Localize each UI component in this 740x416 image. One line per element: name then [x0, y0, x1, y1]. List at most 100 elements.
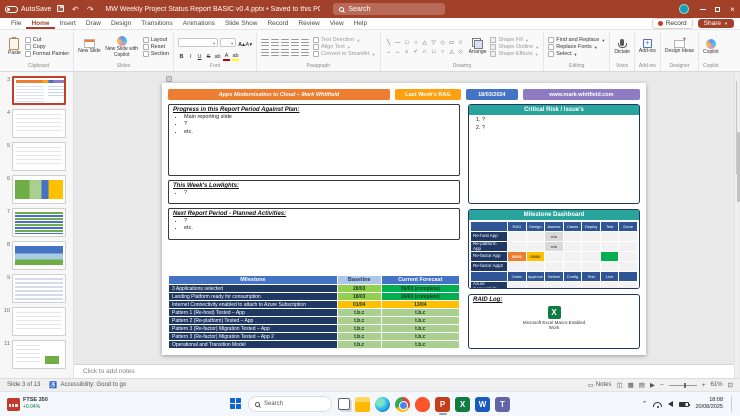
minimize-button[interactable]: [695, 0, 710, 18]
paragraph-side-button[interactable]: Align Text▼: [313, 44, 376, 50]
dashboard-cell[interactable]: [527, 232, 545, 241]
forecast-cell[interactable]: t.b.c: [381, 317, 459, 325]
baseline-cell[interactable]: t.b.c: [337, 325, 381, 333]
battery-icon[interactable]: [679, 402, 689, 407]
decrease-font-button[interactable]: A▾: [245, 41, 252, 49]
justify-icon[interactable]: [291, 49, 299, 56]
milestone-name-cell[interactable]: 3 Applications selected: [169, 285, 338, 293]
slide-thumbnail[interactable]: 10: [0, 307, 69, 336]
baseline-cell[interactable]: 18/03: [337, 293, 381, 301]
ribbon-tab[interactable]: Draw: [81, 18, 106, 29]
dashboard-cell[interactable]: [508, 262, 526, 271]
start-button[interactable]: [230, 393, 242, 415]
shape-icon[interactable]: ⌂: [403, 48, 411, 56]
ribbon-tab[interactable]: Design: [106, 18, 136, 29]
decrease-indent-icon[interactable]: [281, 39, 289, 46]
forecast-cell[interactable]: t.b.c: [381, 341, 459, 349]
save-icon[interactable]: [54, 5, 66, 14]
dashboard-cell[interactable]: [527, 282, 545, 289]
forecast-cell[interactable]: t.b.c: [381, 309, 459, 317]
dashboard-cell[interactable]: [564, 252, 582, 261]
dashboard-cell[interactable]: n/a: [545, 232, 563, 241]
paragraph-side-button[interactable]: Convert to SmartArt▼: [313, 51, 376, 57]
shape-icon[interactable]: ☆: [457, 39, 465, 47]
ribbon-tab[interactable]: Slide Show: [220, 18, 263, 29]
dashboard-cell[interactable]: [601, 252, 619, 261]
slide-thumbnail[interactable]: 6: [0, 175, 69, 204]
copilot-button[interactable]: Copilot: [703, 39, 719, 56]
account-avatar[interactable]: [679, 4, 689, 14]
baseline-cell[interactable]: t.b.c: [337, 317, 381, 325]
dashboard-cell[interactable]: [564, 282, 582, 289]
next-period-box[interactable]: Next Report Period - Planned Activities:…: [168, 208, 460, 240]
dashboard-cell[interactable]: [619, 252, 637, 261]
dashboard-cell[interactable]: 03/02: [527, 252, 545, 261]
notes-pane[interactable]: Click to add notes: [74, 364, 734, 378]
milestone-name-cell[interactable]: Internet Connectivity enabled to attach …: [169, 301, 338, 309]
accessibility-status[interactable]: ♿ Accessibility: Good to go: [49, 381, 126, 389]
slide-thumbnail-image[interactable]: [12, 142, 66, 171]
zoom-out-button[interactable]: −: [660, 382, 664, 389]
normal-view-icon[interactable]: ◫: [616, 381, 622, 389]
slide-title-banner[interactable]: Apps Modernisation to Cloud – Mark Whitf…: [168, 89, 390, 100]
shape-icon[interactable]: ▽: [430, 39, 438, 47]
designer-button[interactable]: Design Ideas: [665, 40, 694, 55]
taskbar-widget[interactable]: FTSE 350 +0.04%: [7, 397, 48, 410]
reading-view-icon[interactable]: ▤: [639, 381, 645, 389]
shape-icon[interactable]: ○: [412, 39, 420, 47]
shape-icon[interactable]: ▭: [448, 39, 456, 47]
clock[interactable]: 18:08 20/08/2025: [695, 397, 723, 411]
zoom-percent[interactable]: 61%: [711, 382, 723, 388]
align-center-icon[interactable]: [271, 49, 279, 56]
milestone-dashboard-table[interactable]: RAGDesignAssessCasesDeployTestDoneRe-hos…: [469, 220, 639, 289]
format-painter-button[interactable]: Format Painter: [25, 51, 69, 57]
task-view-icon[interactable]: [338, 393, 350, 415]
zoom-slider[interactable]: [669, 385, 697, 386]
reset-button[interactable]: Reset: [143, 44, 169, 50]
editing-button[interactable]: Select▼: [548, 51, 605, 57]
chrome-icon[interactable]: [395, 393, 410, 415]
slide-thumbnail[interactable]: 5: [0, 142, 69, 171]
dashboard-cell[interactable]: [619, 242, 637, 251]
progress-box[interactable]: Progress in this Report Period Against P…: [168, 104, 460, 176]
shape-fill-button[interactable]: Shape Fill▼: [490, 37, 539, 43]
increase-font-button[interactable]: A▴: [238, 41, 245, 49]
bullet-list-icon[interactable]: [261, 39, 269, 46]
new-slide-copilot-button[interactable]: New Slide with Copilot: [105, 36, 139, 58]
ribbon-tab[interactable]: File: [6, 18, 26, 29]
line-spacing-icon[interactable]: [301, 39, 309, 46]
shape-icon[interactable]: —: [394, 39, 402, 47]
word-icon[interactable]: W: [475, 393, 490, 415]
hidden-icons-chevron[interactable]: ⌃: [642, 400, 648, 408]
ribbon-tab[interactable]: Help: [349, 18, 372, 29]
forecast-cell[interactable]: 06/03 (complete): [381, 285, 459, 293]
excel-icon[interactable]: X: [455, 393, 470, 415]
slide-thumbnail-image[interactable]: [12, 208, 66, 237]
dashboard-cell[interactable]: [564, 262, 582, 271]
dictate-button[interactable]: Dictate: [614, 39, 630, 56]
milestone-name-cell[interactable]: Operational and Transition Model: [169, 341, 338, 349]
show-desktop-button[interactable]: [731, 396, 733, 412]
slide-thumbnail[interactable]: 3: [0, 76, 69, 105]
ribbon-tab[interactable]: Record: [262, 18, 293, 29]
italic-button[interactable]: I: [187, 53, 194, 61]
redo-icon[interactable]: ↷: [84, 5, 96, 14]
ribbon-tab[interactable]: Review: [293, 18, 324, 29]
milestone-name-cell[interactable]: Pattern 3 (Re-factor) Migration Tested –…: [169, 333, 338, 341]
paste-button[interactable]: Paste: [8, 38, 21, 57]
slide-thumbnail-image[interactable]: [12, 307, 66, 336]
slide-thumbnail-image[interactable]: [12, 340, 66, 369]
shape-icon[interactable]: ∩: [421, 48, 429, 56]
numbered-list-icon[interactable]: [271, 39, 279, 46]
report-date-box[interactable]: 18/03/2024: [466, 89, 518, 100]
shape-icon[interactable]: ╲: [385, 39, 393, 47]
shape-icon[interactable]: ◇: [439, 39, 447, 47]
dashboard-cell[interactable]: [508, 242, 526, 251]
dashboard-cell[interactable]: [601, 262, 619, 271]
font-color-button[interactable]: A: [223, 53, 230, 61]
copy-button[interactable]: Copy: [25, 44, 69, 50]
dashboard-cell[interactable]: [508, 232, 526, 241]
shape-icon[interactable]: ◇: [457, 48, 465, 56]
autosave-toggle-switch[interactable]: [5, 6, 18, 13]
baseline-cell[interactable]: 28/03: [337, 285, 381, 293]
